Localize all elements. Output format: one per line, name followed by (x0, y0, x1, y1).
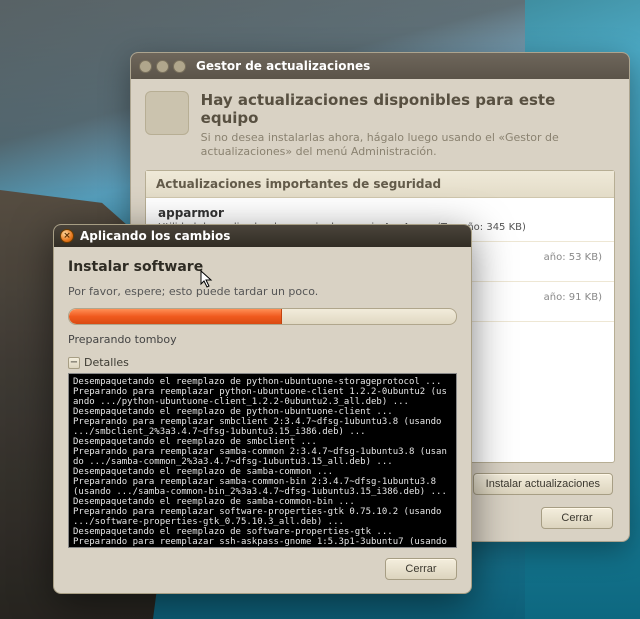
details-expander[interactable]: − Detalles (68, 356, 457, 369)
progress-message: Por favor, espere; esto puede tardar un … (68, 285, 457, 298)
header-title: Hay actualizaciones disponibles para est… (201, 91, 615, 127)
window-button[interactable] (173, 60, 186, 73)
window-button[interactable] (156, 60, 169, 73)
install-updates-button[interactable]: Instalar actualizaciones (473, 473, 613, 495)
progress-title: Aplicando los cambios (80, 229, 230, 243)
details-label: Detalles (84, 356, 129, 369)
close-button[interactable]: Cerrar (385, 558, 457, 580)
progress-fill (69, 309, 282, 324)
close-button[interactable]: Cerrar (541, 507, 613, 529)
header-subtitle: Si no desea instalarlas ahora, hágalo lu… (201, 131, 581, 160)
progress-status: Preparando tomboy (68, 333, 457, 346)
progress-dialog: × Aplicando los cambios Instalar softwar… (53, 224, 472, 594)
window-button[interactable] (139, 60, 152, 73)
update-item-name: apparmor (158, 206, 602, 220)
update-icon (145, 91, 189, 135)
progress-heading: Instalar software (68, 259, 457, 275)
update-manager-title: Gestor de actualizaciones (196, 59, 370, 73)
update-manager-titlebar[interactable]: Gestor de actualizaciones (131, 53, 629, 79)
close-icon[interactable]: × (60, 229, 74, 243)
progress-titlebar[interactable]: × Aplicando los cambios (54, 225, 471, 247)
terminal-output: Desempaquetando el reemplazo de python-u… (68, 373, 457, 548)
progress-bar (68, 308, 457, 325)
expander-icon: − (68, 357, 80, 369)
updates-section-label: Actualizaciones importantes de seguridad (146, 171, 614, 198)
